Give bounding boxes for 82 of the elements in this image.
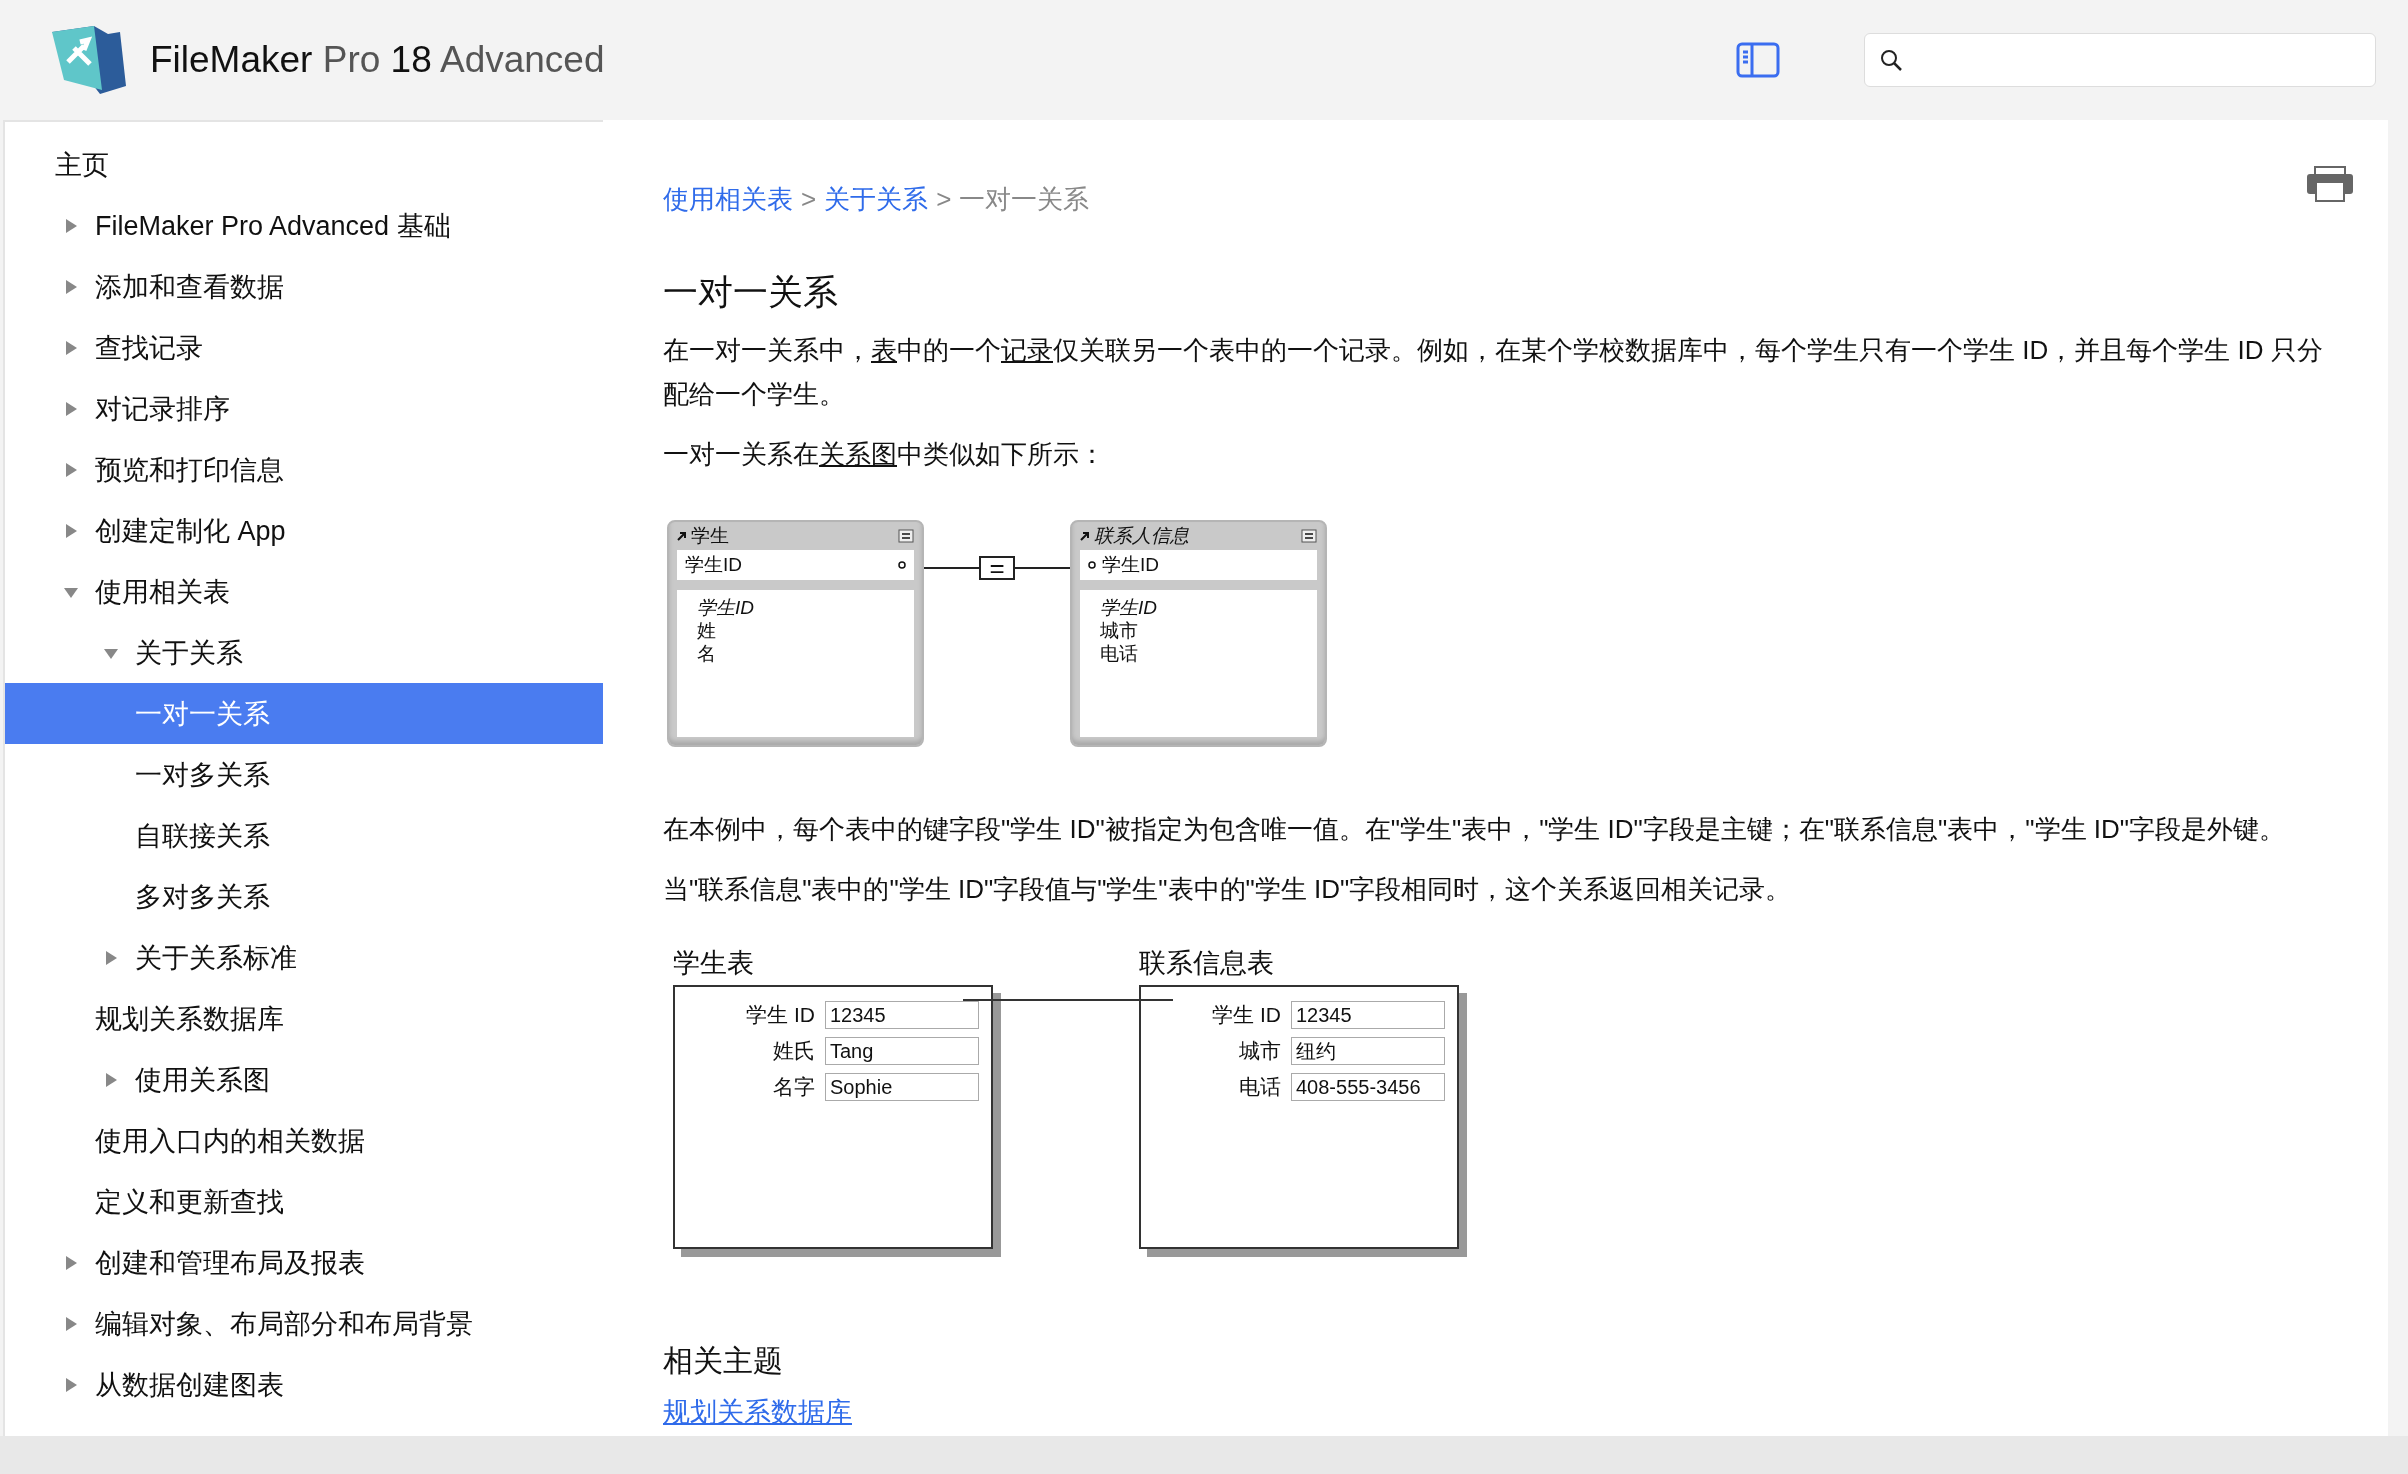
sidebar-toggle-icon[interactable] — [1736, 42, 1780, 78]
caret-right-icon[interactable] — [103, 1071, 119, 1088]
inline-link[interactable]: 记录 — [1001, 335, 1053, 365]
connector-dot-icon — [898, 561, 906, 569]
caret-right-icon[interactable] — [63, 1254, 79, 1271]
breadcrumb-link[interactable]: 关于关系 — [824, 182, 929, 217]
breadcrumb-link[interactable]: 使用相关表 — [663, 182, 793, 217]
caret-right-icon[interactable] — [63, 217, 79, 234]
field-name: 名 — [697, 642, 716, 665]
operator-symbol: = — [979, 556, 1015, 580]
layout-title: 联系信息表 — [1139, 947, 1275, 980]
sidebar-item[interactable]: 编辑对象、布局部分和布局背景 — [5, 1293, 603, 1354]
sidebar-item[interactable]: 一对多关系 — [5, 744, 603, 805]
caret-right-icon[interactable] — [63, 1376, 79, 1393]
current-page-title: 一对一关系 — [959, 183, 1090, 216]
inline-link[interactable]: 表 — [871, 335, 897, 365]
body-paragraph: 当"联系信息"表中的"学生 ID"字段值与"学生"表中的"学生 ID"字段相同时，这个关系返回相关记录。 — [663, 873, 1793, 906]
section-title: 相关主题 — [663, 1343, 784, 1379]
sidebar-item[interactable]: 关于关系 — [5, 622, 603, 683]
layout-title: 学生表 — [673, 947, 755, 980]
search-field[interactable] — [1864, 33, 2376, 87]
field-label: 名字 — [772, 1074, 815, 1100]
logo-icon — [50, 24, 128, 96]
separator-glyph: > — [801, 184, 817, 215]
sidebar-item[interactable]: 查找记录 — [5, 317, 603, 378]
field-value: Tang — [825, 1037, 979, 1065]
field-value: 408-555-3456 — [1291, 1073, 1445, 1101]
body-paragraph: 在本例中，每个表中的键字段"学生 ID"被指定为包含唯一值。在"学生"表中，"学生 ID"字段是主键；在"联系信息"表中，"学生 ID"字段是外键。 — [663, 813, 2286, 846]
field-label: 学生 ID — [1211, 1002, 1281, 1028]
sidebar-item[interactable]: 一对一关系 — [5, 683, 603, 744]
field-label: 学生 ID — [745, 1002, 815, 1028]
sidebar-item[interactable]: 预览和打印信息 — [5, 439, 603, 500]
sidebar-item[interactable]: 规划关系数据库 — [5, 988, 603, 1049]
field-value: 纽约 — [1291, 1037, 1445, 1065]
caret-right-icon[interactable] — [63, 461, 79, 478]
search-icon — [1879, 48, 1903, 72]
field-value: Sophie — [825, 1073, 979, 1101]
caret-right-icon[interactable] — [63, 400, 79, 417]
sidebar-item[interactable]: 主页 — [5, 134, 603, 195]
sidebar-item[interactable]: 创建和管理布局及报表 — [5, 1232, 603, 1293]
sidebar-item[interactable]: 定义和更新查找 — [5, 1171, 603, 1232]
arrow-icon — [677, 531, 687, 541]
field-name: 学生ID — [1100, 596, 1157, 619]
sidebar-item[interactable]: 使用相关表 — [5, 561, 603, 622]
printer-icon[interactable] — [2306, 166, 2354, 202]
field-name: 姓 — [697, 619, 716, 642]
sidebar-item[interactable]: 自联接关系 — [5, 805, 603, 866]
connector-dot-icon — [1088, 561, 1096, 569]
body-paragraph: 一对一关系在关系图中类似如下所示： — [663, 438, 1106, 471]
table-name: 联系人信息 — [1094, 524, 1190, 548]
field-label: 电话 — [1238, 1074, 1281, 1100]
app-title: FileMaker Pro 18 Advanced — [150, 39, 606, 81]
field-value: 12345 — [1291, 1001, 1445, 1029]
sidebar-item[interactable]: 使用关系图 — [5, 1049, 603, 1110]
sidebar-item[interactable]: 添加和查看数据 — [5, 256, 603, 317]
field-name: 学生ID — [697, 596, 754, 619]
caret-right-icon[interactable] — [63, 1315, 79, 1332]
field-name: 电话 — [1100, 642, 1138, 665]
collapse-icon[interactable] — [1301, 529, 1317, 543]
table-name: 学生 — [691, 524, 730, 548]
caret-right-icon[interactable] — [103, 949, 119, 966]
collapse-icon[interactable] — [898, 529, 914, 543]
caret-right-icon[interactable] — [63, 278, 79, 295]
sidebar-item[interactable]: 从数据创建图表 — [5, 1354, 603, 1415]
sidebar-item[interactable]: 对记录排序 — [5, 378, 603, 439]
separator-glyph: > — [936, 184, 952, 215]
caret-right-icon[interactable] — [63, 339, 79, 356]
sidebar-item[interactable]: 创建定制化 App — [5, 500, 603, 561]
article-title: 一对一关系 — [663, 271, 839, 313]
arrow-icon — [1080, 531, 1090, 541]
field-value: 12345 — [825, 1001, 979, 1029]
body-paragraph: 在一对一关系中，表中的一个记录仅关联另一个表中的一个记录。例如，在某个学校数据库中，每个学生只有一个学生 ID，并且每个学生 ID 只分配给一个学生。 — [663, 334, 2324, 411]
field-name: 城市 — [1100, 619, 1138, 642]
sidebar-item[interactable]: 关于关系标准 — [5, 927, 603, 988]
sidebar-item[interactable]: 使用入口内的相关数据 — [5, 1110, 603, 1171]
related-link[interactable]: 规划关系数据库 — [663, 1397, 852, 1427]
inline-link[interactable]: 关系图 — [819, 439, 897, 469]
field-label: 城市 — [1238, 1038, 1281, 1064]
caret-right-icon[interactable] — [63, 522, 79, 539]
sidebar-item[interactable]: 多对多关系 — [5, 866, 603, 927]
sidebar-item[interactable]: FileMaker Pro Advanced 基础 — [5, 195, 603, 256]
field-label: 姓氏 — [772, 1038, 815, 1064]
